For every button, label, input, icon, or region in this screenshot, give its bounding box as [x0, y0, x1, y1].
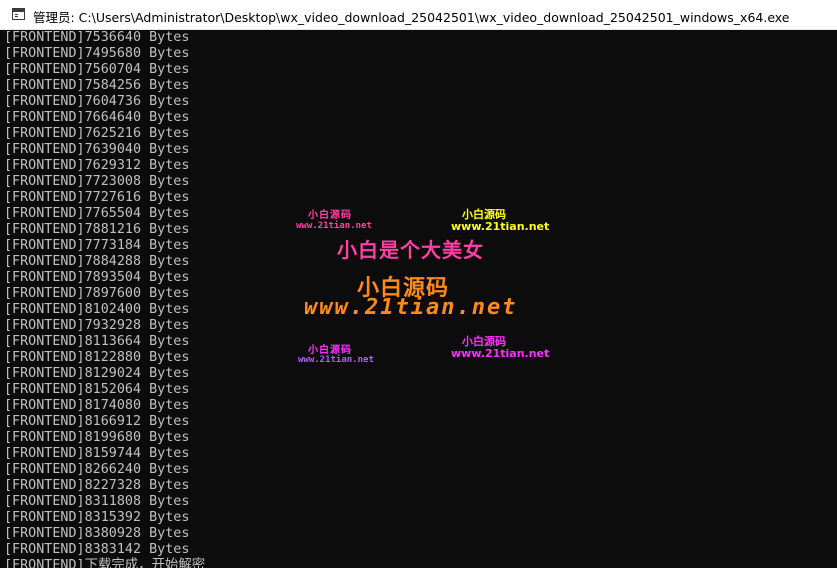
console-line: [FRONTEND]8152064 Bytes [4, 382, 190, 397]
console-line: [FRONTEND]7604736 Bytes [4, 94, 190, 109]
console-line: [FRONTEND]下载完成，开始解密 [4, 558, 206, 568]
console-line: [FRONTEND]8166912 Bytes [4, 414, 190, 429]
console-output[interactable]: [FRONTEND]7536640 Bytes [FRONTEND]7495680… [0, 30, 837, 568]
console-line: [FRONTEND]8129024 Bytes [4, 366, 190, 381]
console-line: [FRONTEND]7893504 Bytes [4, 270, 190, 285]
console-line: [FRONTEND]7765504 Bytes [4, 206, 190, 221]
console-line: [FRONTEND]7536640 Bytes [4, 30, 190, 45]
console-line: [FRONTEND]7932928 Bytes [4, 318, 190, 333]
console-line: [FRONTEND]8383142 Bytes [4, 542, 190, 557]
console-line: [FRONTEND]8174080 Bytes [4, 398, 190, 413]
console-line: [FRONTEND]7773184 Bytes [4, 238, 190, 253]
console-line: [FRONTEND]7884288 Bytes [4, 254, 190, 269]
console-line: [FRONTEND]7495680 Bytes [4, 46, 190, 61]
console-line: [FRONTEND]8102400 Bytes [4, 302, 190, 317]
console-line: [FRONTEND]8315392 Bytes [4, 510, 190, 525]
console-line: [FRONTEND]7639040 Bytes [4, 142, 190, 157]
console-line: [FRONTEND]8227328 Bytes [4, 478, 190, 493]
watermark-site-small-2: www.21tian.net [451, 220, 550, 233]
console-lines: [FRONTEND]7536640 Bytes [FRONTEND]7495680… [4, 30, 205, 568]
console-line: [FRONTEND]7727616 Bytes [4, 190, 190, 205]
console-line: [FRONTEND]7560704 Bytes [4, 62, 190, 77]
watermark-site-small-4: www.21tian.net [451, 347, 550, 360]
title-bar[interactable]: 管理员: C:\Users\Administrator\Desktop\wx_v… [0, 0, 837, 30]
watermark-slogan: 小白是个大美女 [337, 238, 484, 262]
console-line: [FRONTEND]8266240 Bytes [4, 462, 190, 477]
console-line: [FRONTEND]8113664 Bytes [4, 334, 190, 349]
console-line: [FRONTEND]7881216 Bytes [4, 222, 190, 237]
console-line: [FRONTEND]7625216 Bytes [4, 126, 190, 141]
console-line: [FRONTEND]7664640 Bytes [4, 110, 190, 125]
watermark-site-small-3: www.21tian.net [298, 355, 374, 365]
console-line: [FRONTEND]7584256 Bytes [4, 78, 190, 93]
console-line: [FRONTEND]7897600 Bytes [4, 286, 190, 301]
watermark-site-small-1: www.21tian.net [296, 221, 372, 231]
watermark-site-large: www.21tian.net [304, 295, 518, 320]
window-title: 管理员: C:\Users\Administrator\Desktop\wx_v… [33, 10, 790, 25]
console-line: [FRONTEND]8159744 Bytes [4, 446, 190, 461]
console-line: [FRONTEND]8380928 Bytes [4, 526, 190, 541]
console-window-icon [12, 8, 25, 20]
console-line: [FRONTEND]8311808 Bytes [4, 494, 190, 509]
watermark-brand-small-1: 小白源码 [308, 210, 352, 221]
console-line: [FRONTEND]7723008 Bytes [4, 174, 190, 189]
console-line: [FRONTEND]7629312 Bytes [4, 158, 190, 173]
console-line: [FRONTEND]8122880 Bytes [4, 350, 190, 365]
watermark-brand-small-3: 小白源码 [308, 345, 352, 356]
console-line: [FRONTEND]8199680 Bytes [4, 430, 190, 445]
